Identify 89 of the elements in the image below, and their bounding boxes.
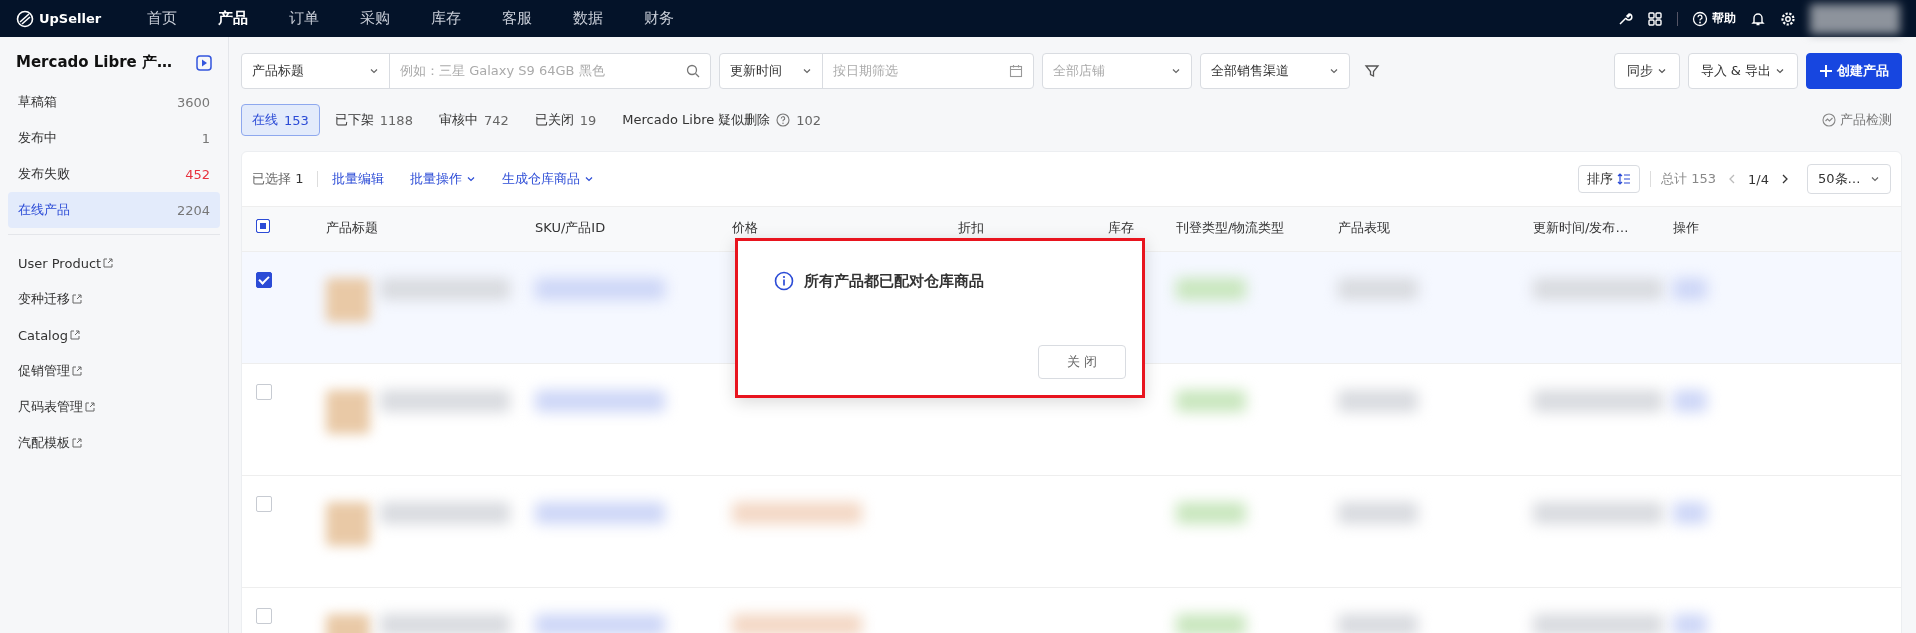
external-link-icon: [72, 366, 82, 376]
chevron-down-icon: [1870, 174, 1880, 184]
status-tab[interactable]: 已下架 1188: [323, 104, 424, 136]
column-header: 更新时间/发布…: [1533, 219, 1630, 237]
redacted-block: [1673, 502, 1707, 524]
sidebar-link[interactable]: 促销管理: [18, 362, 70, 380]
redacted-block: [1176, 502, 1246, 524]
sidebar-item[interactable]: 草稿箱 3600: [8, 84, 220, 120]
total-count: 总计 153: [1661, 170, 1717, 188]
redacted-block: [326, 390, 370, 434]
logo-text: UpSeller: [39, 11, 102, 26]
settings-icon[interactable]: [1780, 10, 1796, 27]
column-header: 刊登类型/物流类型: [1176, 219, 1286, 237]
column-header: SKU/产品ID: [535, 219, 607, 237]
nav-tab[interactable]: 产品: [197, 9, 268, 28]
status-tab[interactable]: 审核中 742: [427, 104, 520, 136]
toolbar-button[interactable]: 同步: [1613, 53, 1680, 89]
redacted-block: [1176, 614, 1246, 633]
dialog-message: 所有产品都已配对仓库商品: [804, 271, 984, 291]
redacted-block: [326, 278, 370, 322]
plus-icon: [1819, 64, 1833, 78]
redacted-block: [1176, 390, 1246, 412]
row-checkbox[interactable]: [256, 272, 272, 288]
bulk-action[interactable]: 批量编辑: [332, 170, 385, 188]
status-tab[interactable]: 已关闭 19: [523, 104, 608, 136]
nav-tab[interactable]: 订单: [268, 9, 339, 28]
column-header: 操作: [1673, 219, 1700, 237]
external-link-icon: [72, 438, 82, 448]
toolbar-button[interactable]: 导入 & 导出: [1687, 53, 1798, 89]
redacted-block: [1673, 390, 1707, 412]
column-header: 折扣: [958, 219, 985, 237]
redacted-block: [326, 502, 370, 546]
status-tab[interactable]: Mercado Libre 疑似删除 102: [611, 104, 833, 136]
sidebar-link[interactable]: Catalog: [18, 327, 68, 343]
sidebar-title: Mercado Libre 产…: [16, 53, 172, 72]
nav-tab[interactable]: 客服: [481, 9, 552, 28]
help-icon: [776, 113, 791, 127]
column-header: 价格: [732, 219, 759, 237]
sort-icon: [1617, 172, 1632, 186]
page-size-select[interactable]: 50条…: [1807, 164, 1891, 194]
sidebar-link[interactable]: 汽配模板: [18, 434, 70, 452]
toolbar-button[interactable]: 创建产品: [1806, 53, 1902, 89]
chevron-down-icon: [1656, 66, 1667, 76]
column-header: 库存: [1108, 219, 1135, 237]
chevron-down-icon: [1329, 66, 1339, 76]
external-link-icon: [72, 294, 82, 304]
sidebar-item[interactable]: 发布中 1: [8, 120, 220, 156]
apps-icon[interactable]: [1647, 10, 1663, 27]
close-button[interactable]: 关 闭: [1038, 345, 1126, 379]
help-link[interactable]: 帮助: [1712, 10, 1736, 27]
external-link-icon: [69, 330, 80, 340]
play-icon[interactable]: [196, 54, 212, 71]
help-icon[interactable]: [1692, 10, 1708, 27]
chevron-down-icon: [466, 174, 477, 184]
select-all-checkbox[interactable]: [256, 219, 270, 233]
sidebar-item[interactable]: 在线产品 2204: [8, 192, 220, 228]
chevron-down-icon: [584, 174, 595, 184]
bulk-action[interactable]: 批量操作: [410, 170, 477, 188]
redacted-block: [1673, 278, 1707, 300]
chevron-down-icon: [1775, 66, 1785, 76]
channel-select[interactable]: 全部销售渠道: [1200, 53, 1350, 89]
info-icon: [774, 271, 794, 291]
redacted-block: [1176, 278, 1246, 300]
chevron-down-icon: [1171, 66, 1181, 76]
column-header: 产品表现: [1338, 219, 1391, 237]
sidebar-link[interactable]: User Product: [18, 255, 102, 271]
external-link-icon: [85, 402, 95, 412]
nav-tab[interactable]: 首页: [126, 9, 197, 28]
nav-tab[interactable]: 库存: [410, 9, 481, 28]
bell-icon[interactable]: [1750, 10, 1766, 27]
external-link-icon: [103, 258, 114, 268]
wrench-icon[interactable]: [1617, 10, 1633, 27]
column-header: 产品标题: [326, 219, 379, 237]
logo-icon: [16, 9, 34, 28]
sort-button[interactable]: 排序: [1578, 165, 1641, 193]
status-tab[interactable]: 在线 153: [241, 104, 320, 136]
sidebar-link[interactable]: 尺码表管理: [18, 398, 83, 416]
filter-icon[interactable]: [1364, 63, 1380, 79]
nav-tab[interactable]: 数据: [552, 9, 623, 28]
page-indicator: 1/4: [1748, 171, 1769, 187]
sidebar-link[interactable]: 变种迁移: [18, 290, 70, 308]
nav-tab[interactable]: 采购: [339, 9, 410, 28]
chart-icon: [1822, 113, 1836, 127]
sidebar-item[interactable]: 发布失败 452: [8, 156, 220, 192]
bulk-action[interactable]: 生成仓库商品: [502, 170, 595, 188]
inspect-link[interactable]: 产品检测: [1822, 111, 1892, 129]
redacted-block: [1673, 614, 1707, 633]
nav-tab[interactable]: 财务: [623, 9, 694, 28]
selection-count: 已选择 1: [252, 170, 304, 188]
